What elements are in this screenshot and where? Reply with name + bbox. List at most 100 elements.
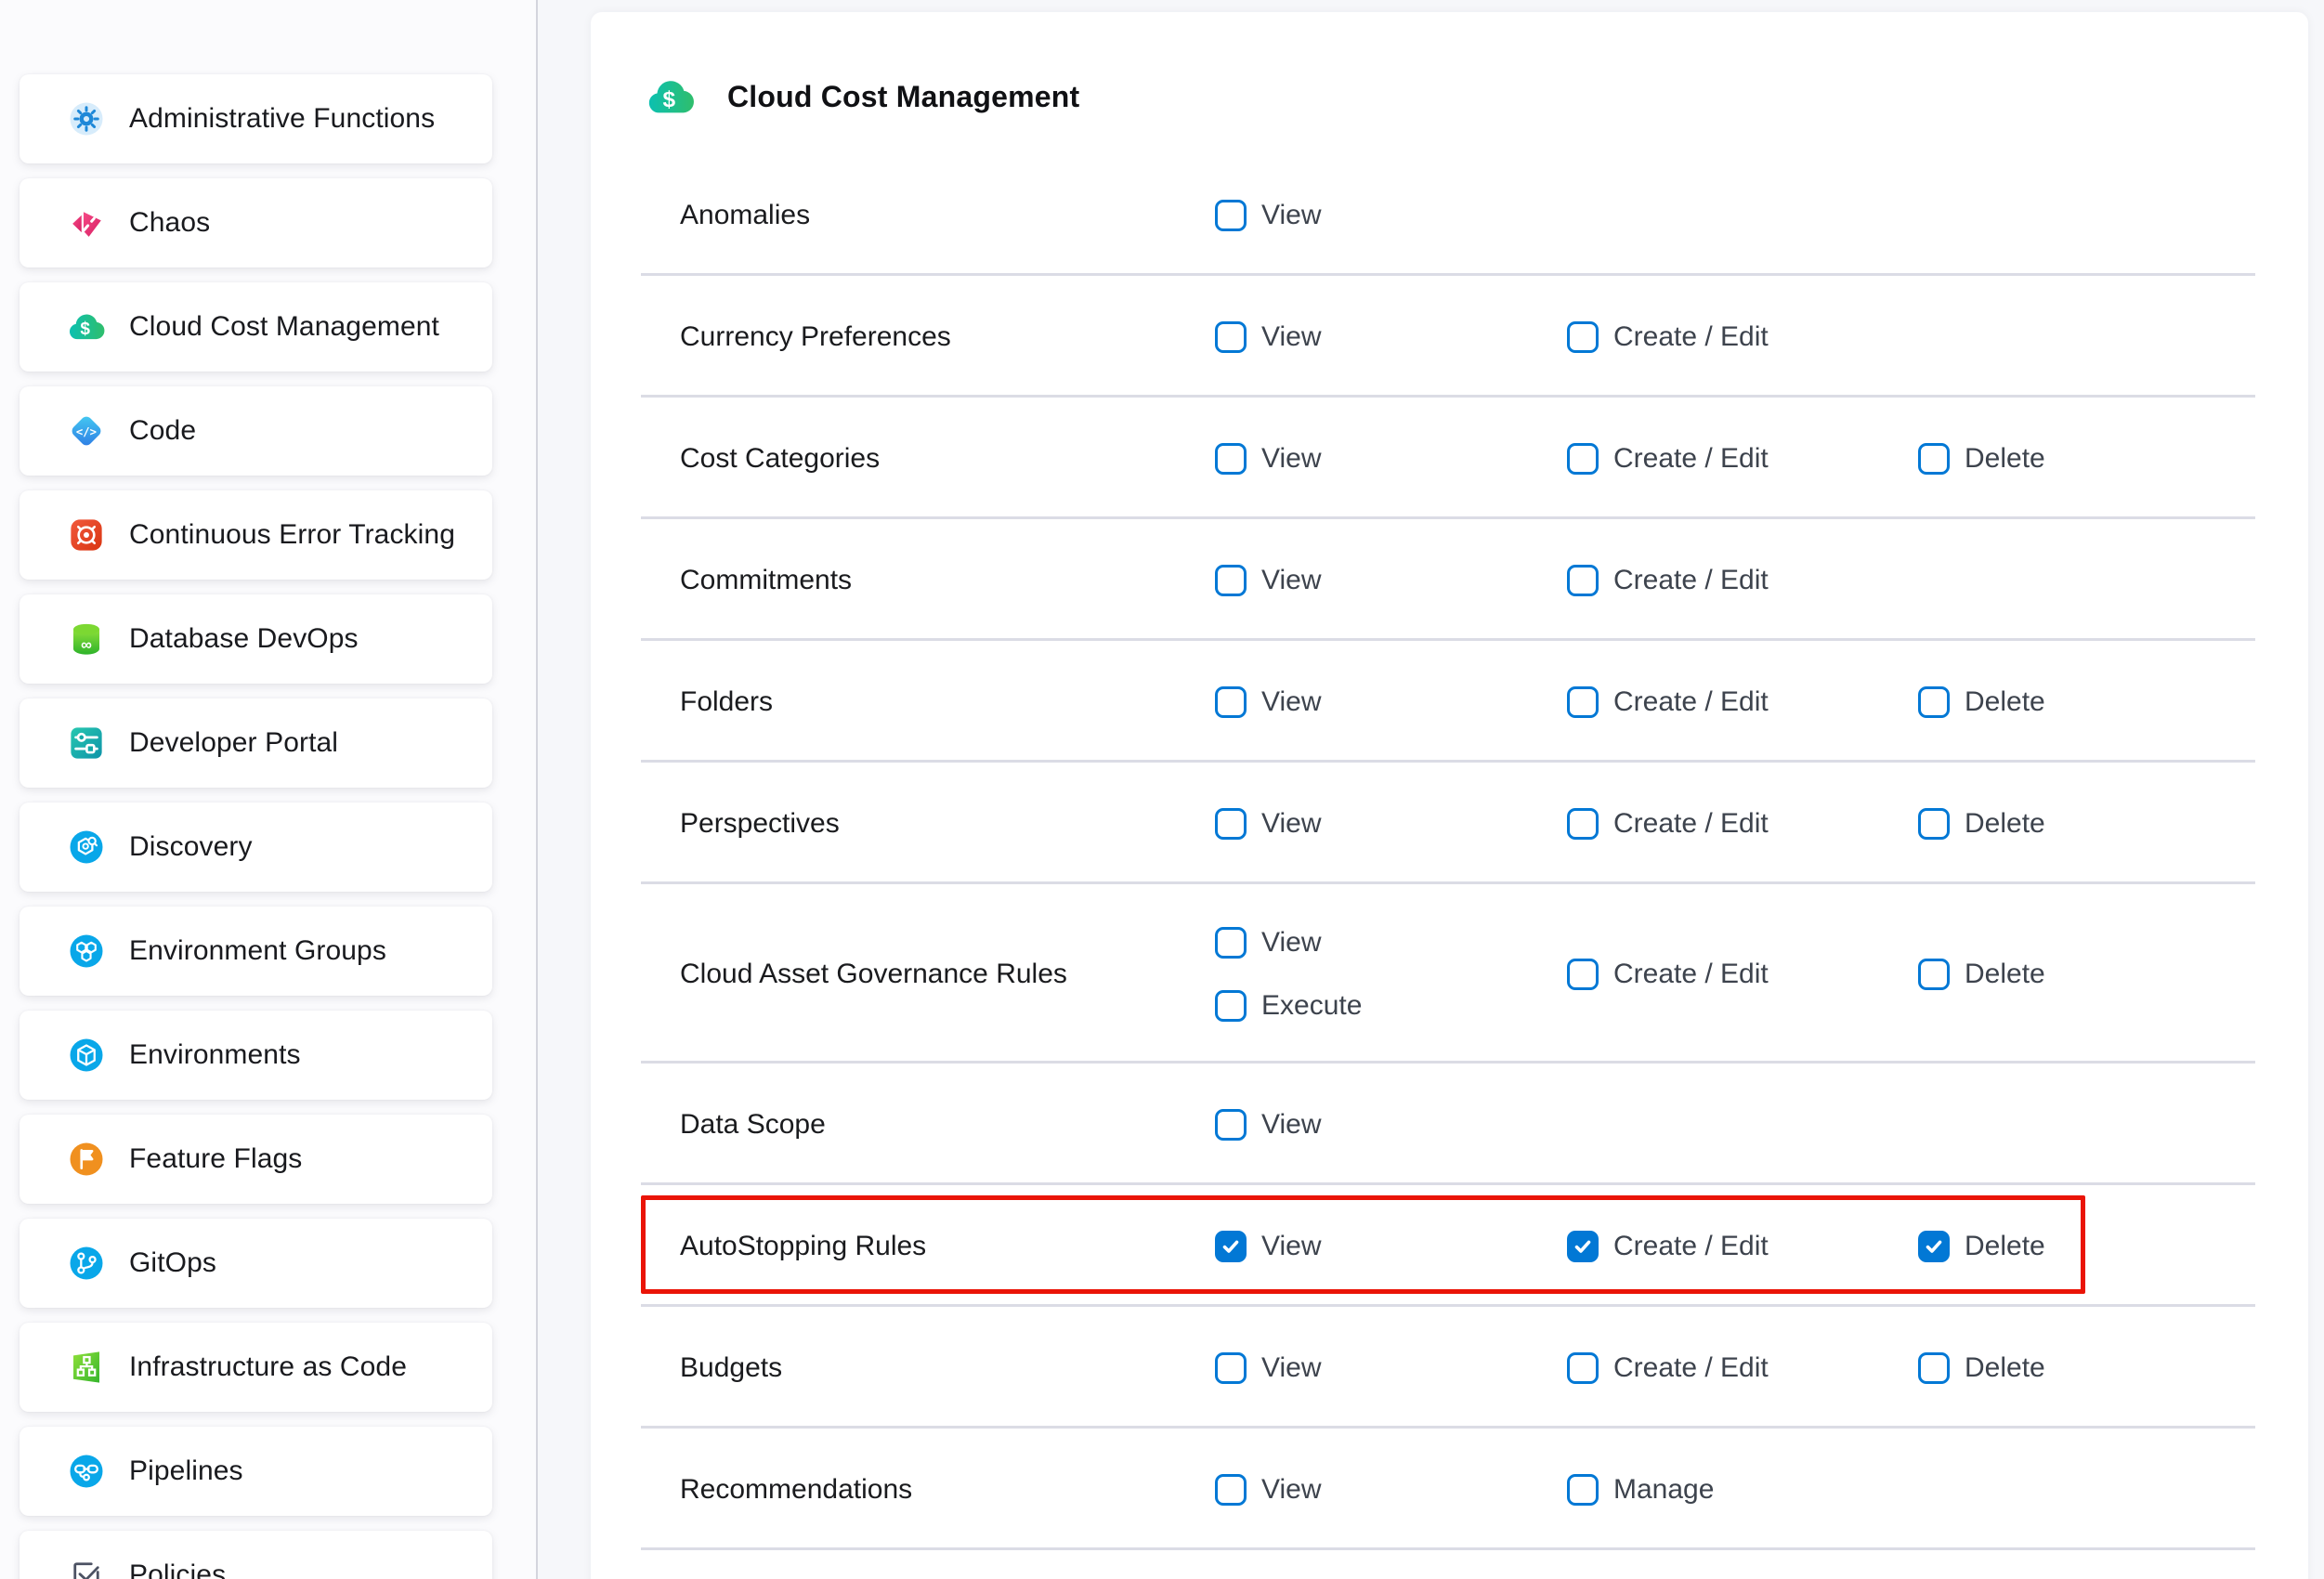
cube-icon (66, 1035, 107, 1076)
recommendations-view-permission[interactable]: View (1215, 1474, 1321, 1506)
folders-delete-checkbox[interactable] (1918, 686, 1950, 718)
budgets-delete-checkbox[interactable] (1918, 1352, 1950, 1384)
node-tree-icon (66, 1347, 107, 1388)
permission-column-0: View (1215, 1064, 1567, 1185)
folders-create-edit-checkbox[interactable] (1567, 686, 1599, 718)
cloud-asset-governance-rules-view-permission[interactable]: View (1215, 927, 1321, 959)
perspectives-delete-checkbox[interactable] (1918, 808, 1950, 840)
folders-view-permission[interactable]: View (1215, 686, 1321, 718)
permission-column-2 (1918, 154, 2308, 276)
sidebar-item-developer-portal[interactable]: Developer Portal (20, 698, 492, 788)
permission-column-1 (1567, 1064, 1918, 1185)
commitments-view-checkbox[interactable] (1215, 565, 1247, 596)
permission-row-recommendations: RecommendationsViewManage (591, 1429, 2308, 1550)
permission-column-2: Delete (1918, 398, 2308, 519)
sidebar-item-continuous-error-tracking[interactable]: Continuous Error Tracking (20, 490, 492, 580)
cost-categories-view-checkbox[interactable] (1215, 443, 1247, 475)
sidebar-item-environments[interactable]: Environments (20, 1011, 492, 1100)
permission-column-1: Manage (1567, 1429, 1918, 1550)
svg-text:∞: ∞ (81, 635, 92, 653)
sidebar-item-database-devops[interactable]: ∞ Database DevOps (20, 594, 492, 684)
commitments-create-edit-permission[interactable]: Create / Edit (1567, 565, 1769, 596)
sidebar-item-environment-groups[interactable]: Environment Groups (20, 907, 492, 996)
cloud-asset-governance-rules-view-checkbox[interactable] (1215, 927, 1247, 959)
cost-categories-delete-checkbox[interactable] (1918, 443, 1950, 475)
sidebar-item-label: Cloud Cost Management (129, 311, 439, 343)
permission-column-1: Create / Edit (1567, 398, 1918, 519)
cloud-asset-governance-rules-create-edit-checkbox[interactable] (1567, 959, 1599, 990)
flow-sliders-icon (66, 723, 107, 763)
permission-label: View (1261, 1109, 1321, 1141)
currency-preferences-create-edit-checkbox[interactable] (1567, 321, 1599, 353)
permission-column-0: View (1215, 519, 1567, 641)
currency-preferences-view-checkbox[interactable] (1215, 321, 1247, 353)
main-area: $ Cloud Cost Management AnomaliesViewCur… (538, 0, 2324, 1579)
budgets-create-edit-permission[interactable]: Create / Edit (1567, 1352, 1769, 1384)
anomalies-view-checkbox[interactable] (1215, 200, 1247, 231)
sidebar-item-label: Environments (129, 1039, 301, 1071)
anomalies-view-permission[interactable]: View (1215, 200, 1321, 231)
perspectives-delete-permission[interactable]: Delete (1918, 808, 2045, 840)
perspectives-view-permission[interactable]: View (1215, 808, 1321, 840)
sidebar-item-gitops[interactable]: GitOps (20, 1219, 492, 1308)
permission-column-1: Create / Edit (1567, 641, 1918, 763)
sidebar-item-infrastructure-as-code[interactable]: Infrastructure as Code (20, 1323, 492, 1412)
commitments-view-permission[interactable]: View (1215, 565, 1321, 596)
budgets-view-checkbox[interactable] (1215, 1352, 1247, 1384)
autostopping-rules-view-checkbox[interactable] (1215, 1231, 1247, 1262)
permission-label: Delete (1965, 1352, 2045, 1384)
sidebar-item-pipelines[interactable]: Pipelines (20, 1427, 492, 1516)
perspectives-create-edit-checkbox[interactable] (1567, 808, 1599, 840)
folders-delete-permission[interactable]: Delete (1918, 686, 2045, 718)
permission-column-0: View (1215, 276, 1567, 398)
sidebar-item-label: Code (129, 415, 196, 447)
sidebar-item-policies[interactable]: Policies (20, 1531, 492, 1579)
folders-view-checkbox[interactable] (1215, 686, 1247, 718)
sidebar-item-label: Database DevOps (129, 623, 359, 655)
recommendations-view-checkbox[interactable] (1215, 1474, 1247, 1506)
folders-create-edit-permission[interactable]: Create / Edit (1567, 686, 1769, 718)
perspectives-create-edit-permission[interactable]: Create / Edit (1567, 808, 1769, 840)
cost-categories-delete-permission[interactable]: Delete (1918, 443, 2045, 475)
permission-column-2 (1918, 1064, 2308, 1185)
recommendations-manage-permission[interactable]: Manage (1567, 1474, 1714, 1506)
sidebar-item-administrative-functions[interactable]: Administrative Functions (20, 74, 492, 163)
permission-row-currency-preferences: Currency PreferencesViewCreate / Edit (591, 276, 2308, 398)
cloud-asset-governance-rules-delete-permission[interactable]: Delete (1918, 959, 2045, 990)
data-scope-view-checkbox[interactable] (1215, 1109, 1247, 1141)
sidebar-item-feature-flags[interactable]: Feature Flags (20, 1115, 492, 1204)
autostopping-rules-create-edit-checkbox[interactable] (1567, 1231, 1599, 1262)
autostopping-rules-delete-permission[interactable]: Delete (1918, 1231, 2045, 1262)
cloud-dollar-icon: $ (646, 76, 696, 118)
permission-column-1: Create / Edit (1567, 1307, 1918, 1429)
cloud-asset-governance-rules-execute-checkbox[interactable] (1215, 990, 1247, 1022)
budgets-create-edit-checkbox[interactable] (1567, 1352, 1599, 1384)
cost-categories-view-permission[interactable]: View (1215, 443, 1321, 475)
autostopping-rules-delete-checkbox[interactable] (1918, 1231, 1950, 1262)
cost-categories-create-edit-permission[interactable]: Create / Edit (1567, 443, 1769, 475)
perspectives-view-checkbox[interactable] (1215, 808, 1247, 840)
cloud-asset-governance-rules-create-edit-permission[interactable]: Create / Edit (1567, 959, 1769, 990)
permission-label: View (1261, 1474, 1321, 1506)
recommendations-manage-checkbox[interactable] (1567, 1474, 1599, 1506)
permission-column-1: Create / Edit (1567, 884, 1918, 1064)
sidebar-item-code[interactable]: </> Code (20, 386, 492, 476)
currency-preferences-create-edit-permission[interactable]: Create / Edit (1567, 321, 1769, 353)
permission-column-0: View (1215, 763, 1567, 884)
permission-label: Execute (1261, 990, 1362, 1022)
sidebar-item-chaos[interactable]: Chaos (20, 178, 492, 268)
code-brackets-icon: </> (66, 411, 107, 451)
commitments-create-edit-checkbox[interactable] (1567, 565, 1599, 596)
cloud-asset-governance-rules-execute-permission[interactable]: Execute (1215, 990, 1362, 1022)
budgets-view-permission[interactable]: View (1215, 1352, 1321, 1384)
data-scope-view-permission[interactable]: View (1215, 1109, 1321, 1141)
sidebar-item-cloud-cost-management[interactable]: $Cloud Cost Management (20, 282, 492, 372)
cost-categories-create-edit-checkbox[interactable] (1567, 443, 1599, 475)
cloud-asset-governance-rules-delete-checkbox[interactable] (1918, 959, 1950, 990)
permission-column-0: View (1215, 398, 1567, 519)
autostopping-rules-view-permission[interactable]: View (1215, 1231, 1321, 1262)
sidebar-item-discovery[interactable]: Discovery (20, 803, 492, 892)
budgets-delete-permission[interactable]: Delete (1918, 1352, 2045, 1384)
currency-preferences-view-permission[interactable]: View (1215, 321, 1321, 353)
autostopping-rules-create-edit-permission[interactable]: Create / Edit (1567, 1231, 1769, 1262)
